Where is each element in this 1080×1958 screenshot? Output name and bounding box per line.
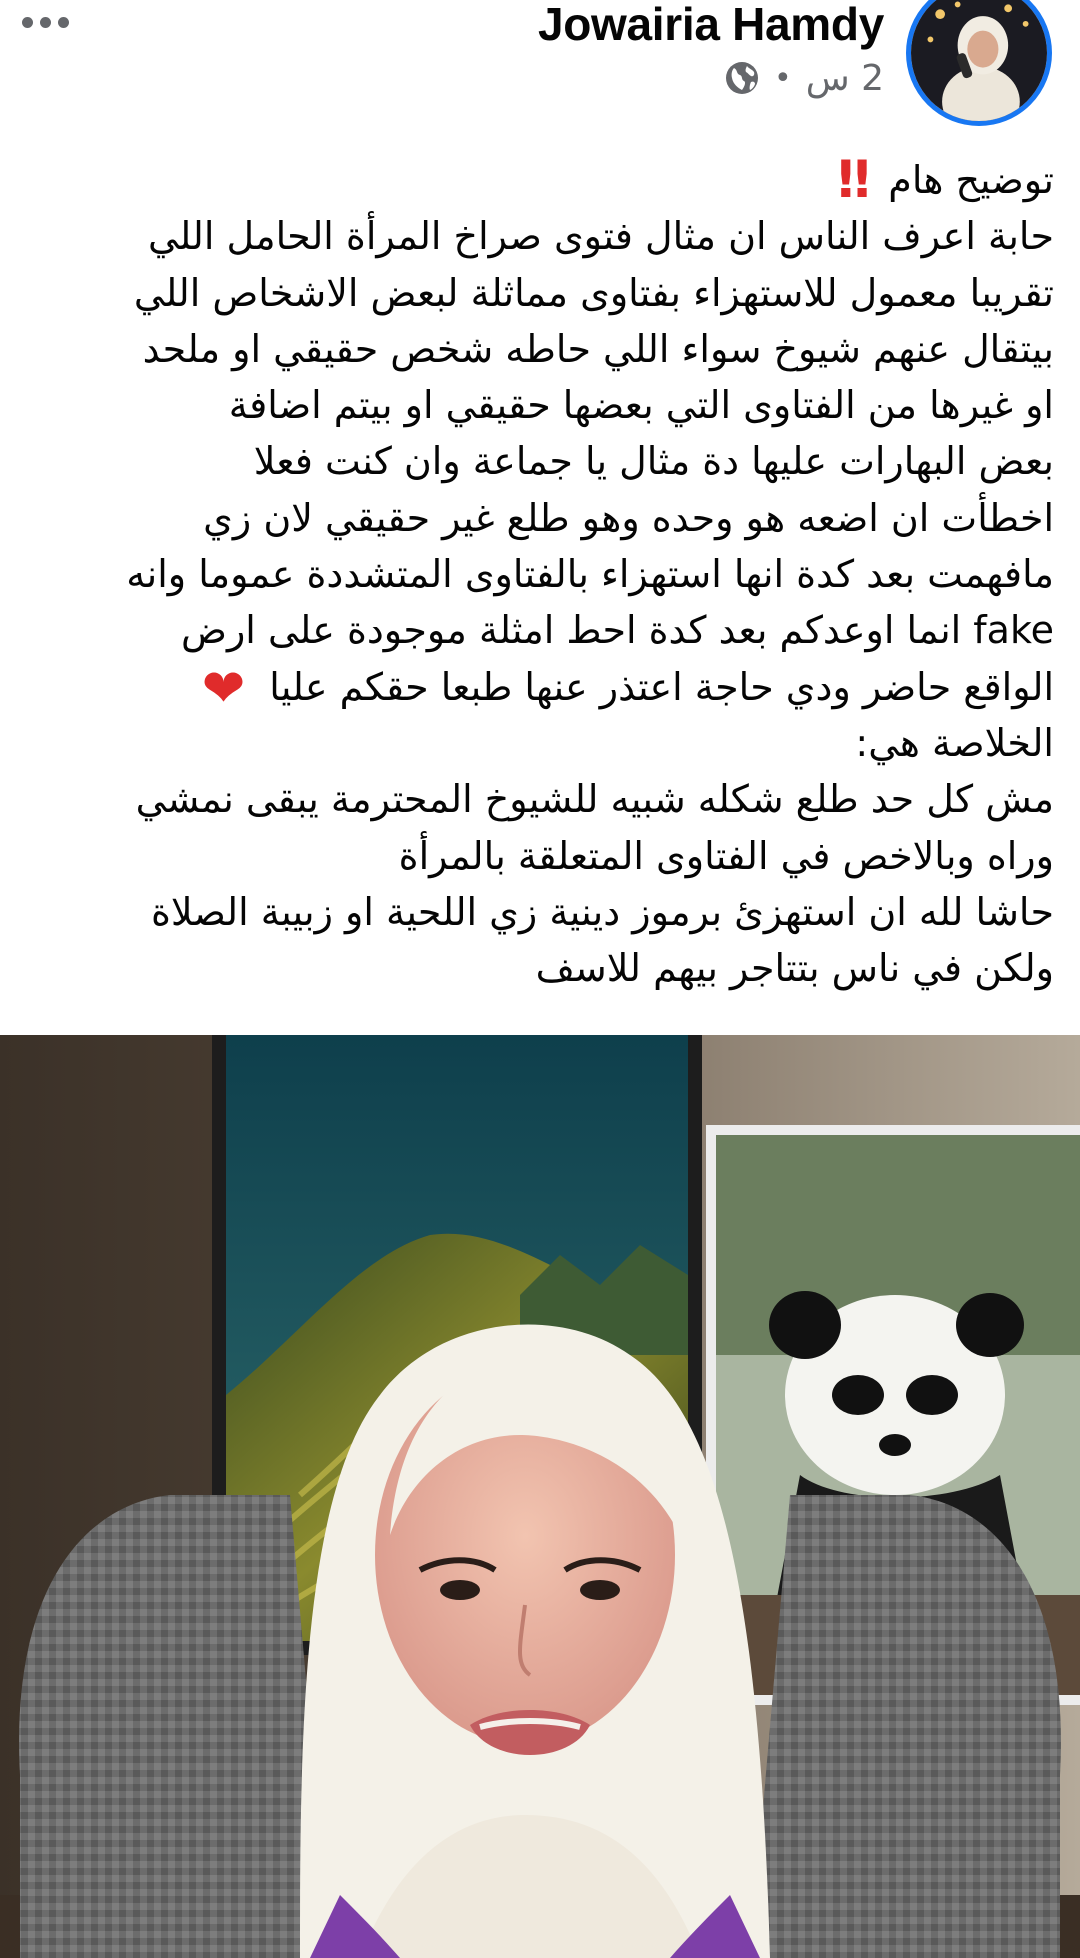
post-text-line: اخطأت ان اضعه هو وحده وهو طلع غير حقيقي … [203, 495, 1054, 540]
more-horizontal-icon [22, 16, 33, 28]
more-dot [58, 16, 69, 28]
post-text-segment: الواقع حاضر ودي حاجة اعتذر عنها طبعا حقك… [269, 664, 1054, 709]
post-text-line: بيتقال عنهم شيوخ سواء اللي حاطه شخص حقيق… [142, 326, 1054, 371]
post-text-line: مافهمت بعد كدة انها استهزاء بالفتاوى الم… [126, 552, 1054, 597]
meta-separator: • [774, 60, 792, 96]
double-exclamation-icon: ‼ [837, 150, 870, 210]
post-text: توضيح هام ‼ حابة اعرف الناس ان مثال فتوى… [24, 152, 1054, 996]
post-text-line: حاشا لله ان استهزئ برموز دينية زي اللحية… [150, 889, 1054, 934]
post-text-line: تقريبا معمول للاستهزاء بفتاوى مماثلة لبع… [133, 270, 1054, 315]
post-text-segment: انما اوعدكم بعد كدة احط امثلة موجودة على… [181, 608, 962, 653]
post-text-line: بعض البهارات عليها دة مثال يا جماعة وان … [253, 439, 1054, 484]
post-text-line: حابة اعرف الناس ان مثال فتوى صراخ المرأة… [148, 214, 1054, 259]
author-name[interactable]: Jowairia Hamdy [538, 0, 884, 48]
post-text-line: fake انما اوعدكم بعد كدة احط امثلة موجود… [24, 602, 1054, 658]
post-timestamp[interactable]: 2 س [806, 58, 884, 99]
post-heading: توضيح هام [888, 158, 1054, 202]
post-text-line: مش كل حد طلع شكله شبيه للشيوخ المحترمة ي… [135, 777, 1054, 822]
globe-icon[interactable] [724, 60, 760, 96]
heart-icon: ❤ [201, 658, 246, 719]
post-text-line: او غيرها من الفتاوى التي بعضها حقيقي او … [228, 383, 1054, 428]
post-text-line: الخلاصة هي: [855, 720, 1054, 765]
post-meta: • 2 س [724, 54, 884, 102]
post-video[interactable] [0, 1035, 1080, 1958]
author-avatar[interactable] [906, 0, 1052, 126]
post-text-line: ولكن في ناس بتتاجر بيهم للاسف [535, 946, 1054, 991]
post-text-line: الواقع حاضر ودي حاجة اعتذر عنها طبعا حقك… [24, 658, 1054, 719]
fake-word: fake [973, 608, 1054, 653]
post-text-line: وراه وبالاخص في الفتاوى المتعلقة بالمرأة [398, 833, 1054, 878]
more-dot [40, 16, 51, 28]
post-header: Jowairia Hamdy • 2 س [0, 0, 1080, 130]
post-text-line: توضيح هام ‼ [24, 150, 1054, 210]
more-options-button[interactable] [22, 4, 92, 40]
